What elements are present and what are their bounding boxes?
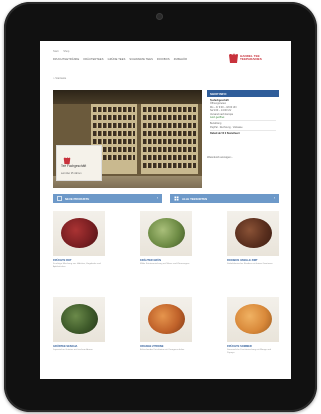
- category-label: Alle Teesorten: [182, 197, 208, 201]
- product-image[interactable]: [53, 211, 105, 256]
- jar-row: [93, 123, 135, 128]
- product-description: Sommerliche Fruchtmischung mit Mango und…: [227, 349, 272, 354]
- jar-row: [143, 131, 196, 136]
- nav-item[interactable]: Grüne Tees: [108, 58, 126, 61]
- nav-item[interactable]: Zubehör: [174, 58, 187, 61]
- jar-row: [93, 131, 135, 136]
- product-name[interactable]: Rooibos Vanille Zimt: [227, 259, 258, 262]
- product-card[interactable]: Kräuter Grün Milde Kräutermischung mit M…: [140, 211, 192, 281]
- product-description: Milde Kräutermischung mit Minze und Zitr…: [140, 263, 190, 265]
- jar-row: [143, 163, 196, 168]
- shop-photo: Tee Fachgeschäft seit über 25 Jahren: [53, 90, 202, 188]
- tea-plate: [148, 218, 185, 248]
- site-header: Start Shop Fruchtgetränke Kräutertees Gr…: [40, 41, 291, 85]
- tea-plate: [235, 218, 272, 248]
- product-description: Fruchtige Mischung aus Hibiskus, Hagebut…: [53, 263, 101, 268]
- product-image[interactable]: [140, 211, 192, 256]
- product-image[interactable]: [140, 297, 192, 342]
- breadcrumb-item[interactable]: Start: [53, 50, 58, 53]
- box-icon: [57, 196, 62, 201]
- camera-icon: [156, 13, 163, 20]
- photo-ceiling: [53, 90, 202, 104]
- jar-row: [143, 147, 196, 152]
- jar-row: [143, 123, 196, 128]
- breadcrumb: Start Shop: [53, 50, 73, 53]
- product-card[interactable]: Früchte Rot Fruchtige Mischung aus Hibis…: [53, 211, 105, 281]
- tea-plate: [235, 304, 272, 334]
- teapot-logo-icon: [229, 53, 238, 63]
- jar-row: [143, 139, 196, 144]
- jar-row: [143, 155, 196, 160]
- product-image[interactable]: [227, 211, 279, 256]
- product-image[interactable]: [53, 297, 105, 342]
- info-row: PayPal · Rechnung · Vorkasse: [210, 125, 243, 129]
- jar-row: [143, 115, 196, 120]
- tablet-frame: Start Shop Fruchtgetränke Kräutertees Gr…: [4, 2, 317, 412]
- product-card[interactable]: Früchte Sommer Sommerliche Fruchtmischun…: [227, 297, 279, 367]
- jar-row: [93, 115, 135, 120]
- product-card[interactable]: Orange Zitrone Erfrischender Früchtetee …: [140, 297, 192, 367]
- product-name[interactable]: Früchte Sommer: [227, 345, 252, 348]
- product-name[interactable]: Kräuter Grün: [140, 259, 161, 262]
- jar-row: [143, 107, 196, 112]
- nav-item[interactable]: Schwarze Tees: [129, 58, 153, 61]
- product-name[interactable]: Früchte Rot: [53, 259, 72, 262]
- category-bar-new[interactable]: Neue Produkte ›: [53, 194, 162, 203]
- brand-logo[interactable]: HANDEL TEE TEEPARADIES: [228, 52, 276, 68]
- jar-row: [93, 139, 135, 144]
- chevron-right-icon: ›: [273, 196, 275, 200]
- cart-link[interactable]: Warenkorb anzeigen ›: [207, 156, 232, 159]
- website-screen: Start Shop Fruchtgetränke Kräutertees Gr…: [40, 41, 291, 379]
- shop-info-body: Teefachgeschäft Öffnungszeiten Mo – Fr 9…: [207, 97, 279, 138]
- breadcrumb-item[interactable]: Shop: [63, 50, 69, 53]
- home-link[interactable]: ⌂ Startseite: [53, 77, 66, 80]
- brand-name: HANDEL TEE TEEPARADIES: [240, 54, 262, 62]
- product-name[interactable]: Orange Zitrone: [140, 345, 164, 348]
- product-card[interactable]: Rooibos Vanille Zimt Südafrikanischer Ro…: [227, 211, 279, 281]
- tea-plate: [148, 304, 185, 334]
- tea-plate: [61, 218, 98, 248]
- status-badge: Jetzt geöffnet: [210, 116, 225, 120]
- stage: Start Shop Fruchtgetränke Kräutertees Gr…: [0, 0, 321, 414]
- info-row[interactable]: Rabatt ab 50 € Bestellwert: [210, 130, 276, 135]
- product-description: Erfrischender Früchtetee mit Orangenscha…: [140, 349, 185, 351]
- product-description: Japanischer Grüntee mit frischem Aroma: [53, 349, 93, 351]
- product-image[interactable]: [227, 297, 279, 342]
- category-bar-all[interactable]: Alle Teesorten ›: [170, 194, 279, 203]
- main-navigation: Fruchtgetränke Kräutertees Grüne Tees Sc…: [53, 58, 187, 61]
- chevron-right-icon: ›: [156, 196, 158, 200]
- nav-item[interactable]: Kräutertees: [83, 58, 103, 61]
- nav-item[interactable]: Fruchtgetränke: [53, 58, 79, 61]
- grid-icon: [174, 196, 179, 201]
- shop-sign: Tee Fachgeschäft seit über 25 Jahren: [56, 145, 102, 181]
- product-description: Südafrikanischer Rooibos mit feinen Gewü…: [227, 263, 273, 265]
- tea-plate: [61, 304, 98, 334]
- sign-subtitle: seit über 25 Jahren: [61, 172, 82, 175]
- product-card[interactable]: Grüntee Sencha Japanischer Grüntee mit f…: [53, 297, 105, 367]
- sign-title: Tee Fachgeschäft: [61, 164, 87, 168]
- category-label: Neue Produkte: [65, 197, 90, 201]
- jar-row: [93, 107, 135, 112]
- shop-info-header: SHOP INFO: [207, 90, 279, 97]
- nav-item[interactable]: Rooibos: [157, 58, 170, 61]
- product-name[interactable]: Grüntee Sencha: [53, 345, 77, 348]
- shop-info-box: SHOP INFO Teefachgeschäft Öffnungszeiten…: [207, 90, 279, 152]
